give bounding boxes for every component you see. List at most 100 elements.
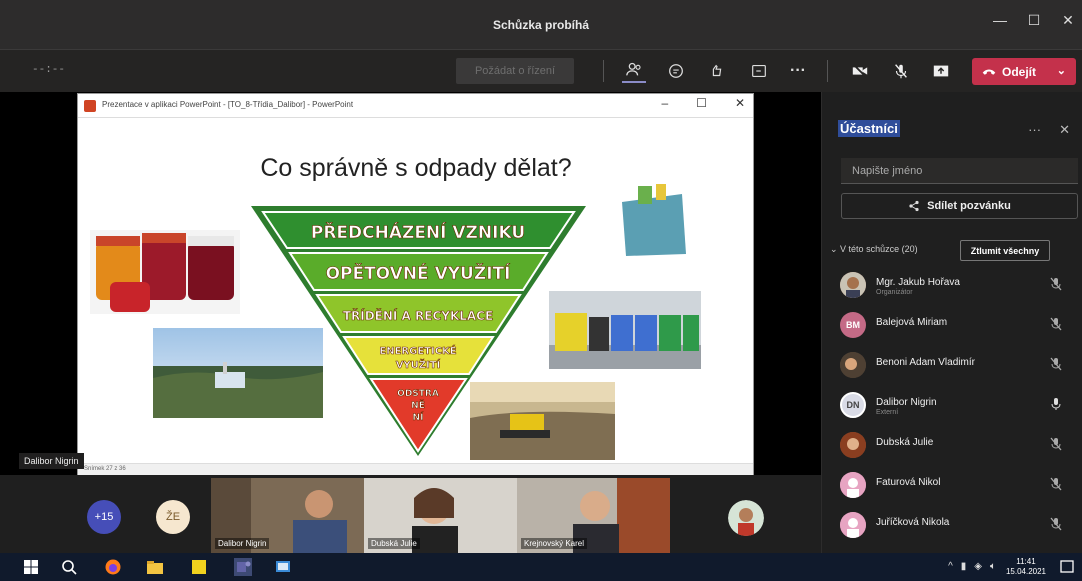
people-icon[interactable] [622,59,646,83]
participant-name: Dalibor Nigrin [876,397,937,408]
toolbar-separator [603,60,604,82]
participant-search-input[interactable] [841,158,1078,184]
panel-actions: ··· ✕ [1028,122,1070,138]
participant-row[interactable]: Juříčková Nikola [822,506,1082,546]
avatar: DN [840,392,866,418]
maximize-icon[interactable]: ☐ [696,96,707,110]
pyramid-text: TŘÍDĚNÍ A RECYKLACE [343,308,493,323]
minimize-icon[interactable]: — [992,12,1008,29]
chevron-up-icon[interactable]: ^ [948,561,953,572]
participant-row[interactable]: Faturová Nikol [822,466,1082,506]
search-icon[interactable] [60,558,78,576]
taskbar-clock[interactable]: 11:41 15.04.2021 [1006,557,1046,577]
close-panel-icon[interactable]: ✕ [1059,122,1070,138]
in-meeting-section[interactable]: ⌄ V této schůzce (20) [830,244,918,255]
pyramid-text: ODSTRA [397,389,439,399]
participant-initials-bubble[interactable]: ŽE [156,500,190,534]
reactions-icon[interactable] [705,59,729,83]
more-actions-icon[interactable]: ··· [786,59,810,83]
pyramid-text: NĚ [411,399,425,411]
meeting-toolbar: --:-- Požádat o řízení ··· Odejít ⌄ [0,50,1082,92]
video-tile[interactable]: Krejnovský Karel [517,478,670,553]
chevron-down-icon[interactable]: ⌄ [1057,64,1066,77]
incinerator-image [153,328,323,418]
close-icon[interactable]: ✕ [1060,12,1076,29]
jars-image [90,230,240,314]
share-invite-label: Sdílet pozvánku [927,200,1011,212]
participant-name: Balejová Miriam [876,317,948,328]
windows-start-icon[interactable] [22,558,40,576]
leave-button[interactable]: Odejít ⌄ [972,58,1076,85]
video-tile-name: Krejnovský Karel [521,538,588,549]
powerpoint-title-bar: Prezentace v aplikaci PowerPoint - [TO_8… [78,94,753,118]
video-tile[interactable]: Dalibor Nigrin [211,478,364,553]
share-screen-icon[interactable] [929,59,953,83]
sticky-notes-icon[interactable] [190,558,208,576]
participant-row[interactable]: Mgr. Jakub Hořava Organizátor [822,266,1082,306]
participant-name: Faturová Nikol [876,477,941,488]
presenter-name-tag: Dalibor Nigrin [19,453,84,469]
participant-row[interactable]: DN Dalibor Nigrin Externí [822,386,1082,426]
participant-name: Dubská Julie [876,437,934,448]
participant-role: Organizátor [876,289,913,296]
window-controls: — ☐ ✕ [992,12,1076,29]
more-options-icon[interactable]: ··· [1028,122,1041,138]
participant-row[interactable]: Dubská Julie [822,426,1082,466]
slide: Co správně s odpady dělat? PŘEDCHÁZENÍ V… [86,120,746,462]
teams-icon[interactable] [234,558,252,576]
mic-off-icon[interactable] [1049,437,1063,451]
landfill-photo [470,382,615,460]
maximize-icon[interactable]: ☐ [1026,12,1042,29]
clock-date: 15.04.2021 [1005,567,1046,576]
pyramid-text: ENERGETICKÉ [379,344,456,357]
mute-all-button[interactable]: Ztlumit všechny [960,240,1050,261]
share-icon [909,200,919,212]
video-tile-name: Dalibor Nigrin [215,538,270,549]
video-tile[interactable]: Dubská Julie [364,478,517,553]
notifications-icon[interactable] [1058,558,1076,576]
avatar [840,432,866,458]
mic-off-icon[interactable] [1049,357,1063,371]
powerpoint-icon [84,100,96,112]
chat-icon[interactable] [664,59,688,83]
bins-image [549,291,701,369]
powerpoint-status-bar: Snímek 27 z 36 [78,463,753,475]
avatar [840,512,866,538]
participants-title: Účastníci [838,120,900,137]
participants-panel: Účastníci ··· ✕ Sdílet pozvánku ⌄ V této… [821,92,1082,553]
avatar [840,472,866,498]
participant-name: Juříčková Nikola [876,517,950,528]
mic-off-icon[interactable] [1049,517,1063,531]
close-icon[interactable]: ✕ [735,96,745,110]
powerpoint-window-controls: – ☐ ✕ [661,96,745,110]
participant-avatar-bubble[interactable] [728,500,764,536]
breakout-rooms-icon[interactable] [747,59,771,83]
minimize-icon[interactable]: – [661,96,668,110]
jars-photo [90,230,240,314]
mic-off-icon[interactable] [1049,477,1063,491]
share-invite-button[interactable]: Sdílet pozvánku [841,193,1078,219]
video-strip: +15 ŽE Dalibor Nigrin Dubská Julie Krejn… [0,475,821,553]
volume-icon[interactable]: 🔈︎ [990,561,996,572]
mic-on-icon[interactable] [1049,397,1063,411]
battery-icon[interactable]: ▮ [961,561,967,572]
mic-off-icon[interactable] [889,59,913,83]
request-control-button[interactable]: Požádat o řízení [456,58,574,84]
firefox-icon[interactable] [104,558,122,576]
pyramid-text: OPĚTOVNÉ VYUŽITÍ [326,262,511,284]
mic-off-icon[interactable] [1049,277,1063,291]
network-icon[interactable]: ◈ [974,561,982,572]
avatar [840,272,866,298]
screen-app-icon[interactable] [274,558,292,576]
participant-name: Mgr. Jakub Hořava [876,277,960,288]
participant-row[interactable]: Benoni Adam Vladimír [822,346,1082,386]
in-meeting-label: V této schůzce (20) [840,244,918,254]
camera-off-icon[interactable] [848,59,872,83]
mic-off-icon[interactable] [1049,317,1063,331]
os-taskbar: ^ ▮ ◈ 🔈︎ 11:41 15.04.2021 [0,553,1082,581]
file-explorer-icon[interactable] [146,558,164,576]
participant-row[interactable]: BM Balejová Miriam [822,306,1082,346]
title-bar: Schůzka probíhá — ☐ ✕ [0,0,1082,50]
leave-label: Odejít [1002,64,1037,79]
more-participants-bubble[interactable]: +15 [87,500,121,534]
